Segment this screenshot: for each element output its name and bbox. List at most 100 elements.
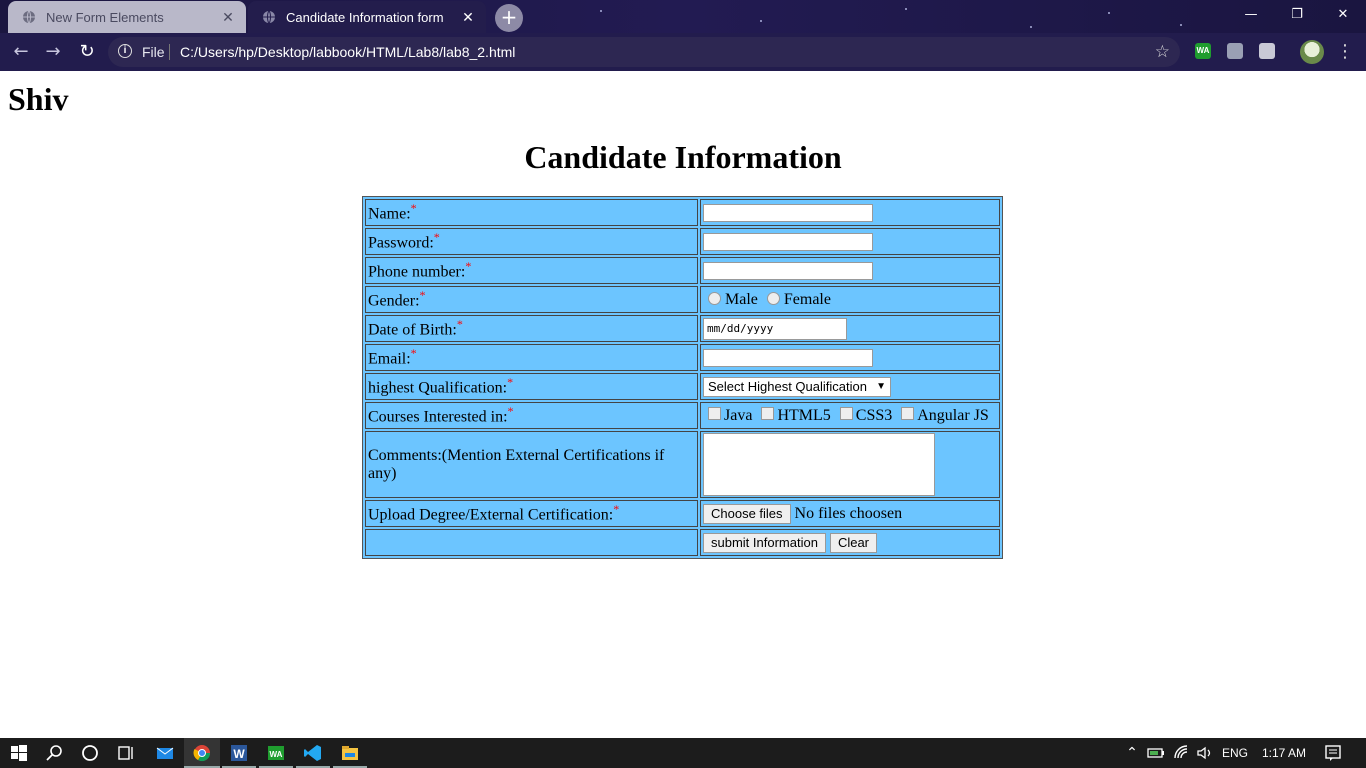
password-input[interactable]: [703, 232, 873, 251]
background-star: [1180, 24, 1182, 26]
battery-icon[interactable]: [1146, 743, 1166, 763]
dob-input[interactable]: mm/dd/yyyy: [703, 317, 847, 340]
clear-button[interactable]: Clear: [829, 532, 878, 553]
word-icon[interactable]: W: [229, 743, 249, 763]
email-row: Email:*: [365, 344, 1000, 371]
required-mark: *: [507, 375, 514, 390]
close-window-button[interactable]: ✕: [1320, 0, 1366, 30]
background-star: [760, 20, 762, 22]
restore-button[interactable]: ❐: [1274, 0, 1320, 30]
required-mark: *: [419, 288, 426, 303]
password-label: Password:: [368, 234, 434, 252]
gender-male-radio[interactable]: [708, 292, 721, 306]
gender-male-label: Male: [725, 290, 758, 308]
course-css3-checkbox[interactable]: [839, 407, 853, 421]
gender-label: Gender:: [368, 292, 420, 310]
forward-arrow-icon[interactable]: →: [42, 41, 64, 63]
dropdown-arrow-icon: ▼: [876, 380, 886, 392]
task-view-icon[interactable]: [116, 743, 136, 763]
name-row: Name:*: [365, 199, 1000, 226]
course-html5-checkbox[interactable]: [761, 407, 775, 421]
upload-row: Upload Degree/External Certification:* C…: [365, 500, 1000, 527]
address-bar[interactable]: i File C:/Users/hp/Desktop/labbook/HTML/…: [108, 37, 1180, 67]
volume-icon[interactable]: [1195, 743, 1215, 763]
name-input[interactable]: [703, 203, 873, 222]
no-files-text: No files choosen: [794, 504, 903, 522]
course-html5-label: HTML5: [777, 406, 831, 424]
globe-icon: [23, 10, 35, 24]
required-mark: *: [507, 404, 514, 419]
scheme-label: File: [142, 44, 165, 60]
menu-dots-icon[interactable]: ⋮: [1336, 41, 1354, 63]
course-java-checkbox[interactable]: [708, 407, 721, 421]
windows-start-icon[interactable]: [9, 743, 29, 763]
password-row: Password:*: [365, 228, 1000, 255]
course-css3-label: CSS3: [855, 406, 893, 424]
new-tab-button[interactable]: +: [495, 4, 523, 32]
tab-new-form-elements[interactable]: New Form Elements ✕: [8, 1, 246, 33]
clock-time[interactable]: 1:17 AM: [1262, 746, 1306, 760]
gender-female-label: Female: [783, 290, 831, 308]
minimize-button[interactable]: —: [1228, 0, 1274, 30]
gender-row: Gender:* Male Female: [365, 286, 1000, 313]
tab-candidate-information-form[interactable]: Candidate Information form ✕: [248, 1, 486, 33]
extension-icon-3[interactable]: [1259, 43, 1275, 59]
course-angularjs-checkbox[interactable]: [901, 407, 915, 421]
required-mark: *: [433, 230, 440, 245]
required-mark: *: [410, 346, 417, 361]
search-icon[interactable]: [45, 743, 65, 763]
tab-title: New Form Elements: [46, 9, 164, 25]
comments-label: Comments:(Mention External Certification…: [368, 446, 665, 482]
comments-row: Comments:(Mention External Certification…: [365, 431, 1000, 498]
chevron-up-icon[interactable]: ⌃: [1122, 743, 1142, 763]
tab-title: Candidate Information form: [286, 9, 444, 25]
wifi-icon[interactable]: [1172, 743, 1192, 763]
actions-row: submit Information Clear: [365, 529, 1000, 556]
comments-textarea[interactable]: [703, 433, 935, 496]
qualification-label: highest Qualification:: [368, 379, 508, 397]
qualification-selected-value: Select Highest Qualification: [708, 378, 867, 394]
info-icon[interactable]: i: [118, 44, 132, 58]
course-angularjs-label: Angular JS: [917, 406, 989, 424]
chrome-icon[interactable]: [192, 743, 212, 763]
notifications-icon[interactable]: [1323, 743, 1343, 763]
windows-taskbar: W WA ⌃ ENG 1:17 AM: [0, 738, 1366, 768]
cortana-icon[interactable]: [80, 743, 100, 763]
gender-female-radio[interactable]: [766, 292, 780, 306]
back-arrow-icon[interactable]: ←: [10, 41, 32, 63]
browser-toolbar: ← → ↻ i File C:/Users/hp/Desktop/labbook…: [0, 33, 1366, 71]
close-tab-icon[interactable]: ✕: [460, 9, 476, 25]
profile-avatar[interactable]: [1300, 40, 1324, 64]
upload-label: Upload Degree/External Certification:: [368, 506, 614, 524]
file-explorer-icon[interactable]: [340, 743, 360, 763]
author-heading: Shiv: [8, 81, 69, 117]
submit-button[interactable]: submit Information: [703, 532, 826, 553]
required-mark: *: [410, 201, 417, 216]
background-star: [600, 10, 602, 12]
language-indicator[interactable]: ENG: [1222, 746, 1248, 760]
phone-input[interactable]: [703, 261, 873, 280]
course-java-label: Java: [724, 406, 753, 424]
extension-icon-2[interactable]: [1227, 43, 1243, 59]
whatsapp-icon[interactable]: WA: [266, 743, 286, 763]
required-mark: *: [613, 502, 620, 517]
email-input[interactable]: [703, 348, 873, 367]
wa-extension-icon[interactable]: WA: [1195, 43, 1211, 59]
bookmark-star-icon[interactable]: ☆: [1155, 42, 1170, 62]
mail-icon[interactable]: [155, 743, 175, 763]
page-title: Candidate Information: [524, 139, 842, 175]
required-mark: *: [465, 259, 472, 274]
close-tab-icon[interactable]: ✕: [220, 9, 236, 25]
email-label: Email:: [368, 350, 411, 368]
svg-text:WA: WA: [270, 750, 283, 759]
choose-files-button[interactable]: Choose files: [703, 503, 791, 524]
phone-row: Phone number:*: [365, 257, 1000, 284]
qualification-select[interactable]: Select Highest Qualification ▼: [703, 376, 891, 397]
courses-row: Courses Interested in:* Java HTML5 CSS3 …: [365, 402, 1000, 429]
vscode-icon[interactable]: [303, 743, 323, 763]
reload-icon[interactable]: ↻: [76, 41, 98, 63]
phone-label: Phone number:: [368, 263, 466, 281]
url-text[interactable]: C:/Users/hp/Desktop/labbook/HTML/Lab8/la…: [180, 44, 515, 60]
dob-label: Date of Birth:: [368, 321, 457, 339]
svg-text:W: W: [233, 747, 245, 761]
